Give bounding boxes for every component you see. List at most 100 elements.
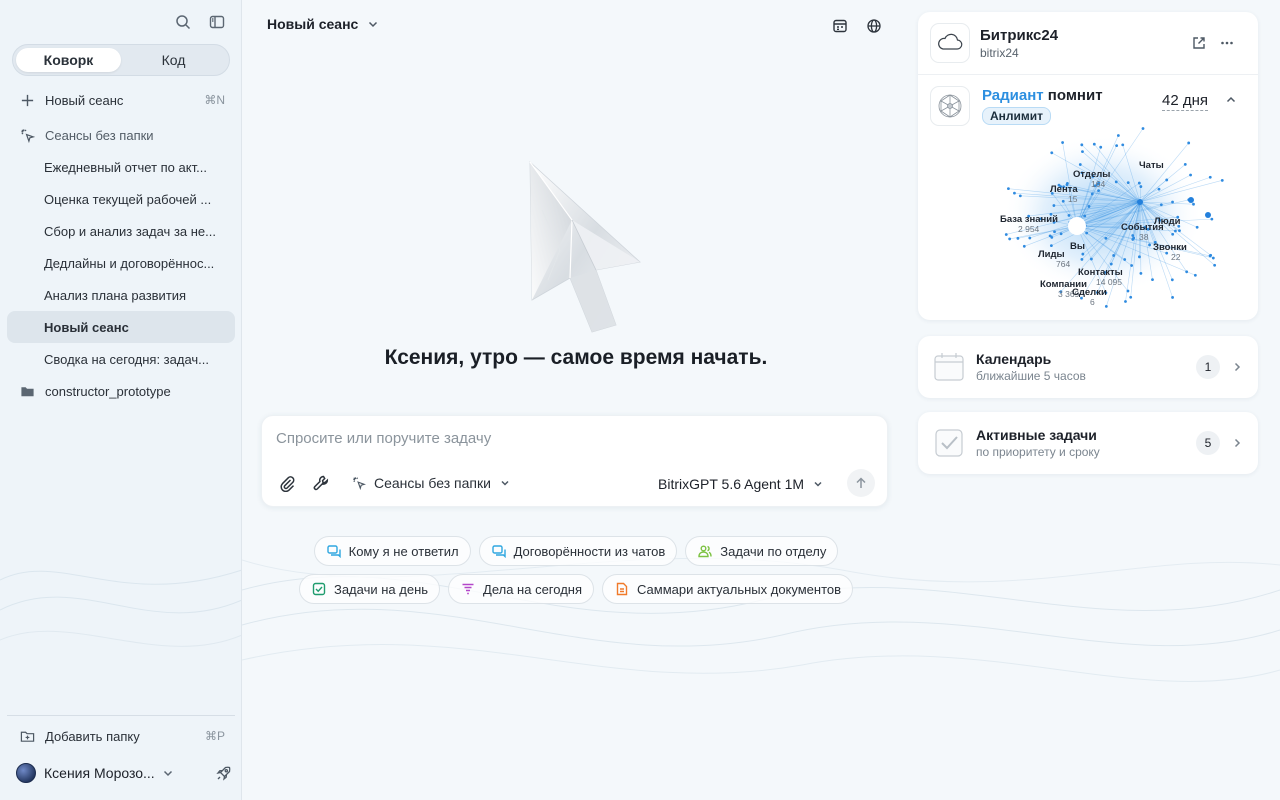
graph-dot xyxy=(1067,213,1071,217)
chevron-up-icon[interactable] xyxy=(1224,93,1238,107)
wrench-icon[interactable] xyxy=(312,474,330,492)
panel-layout-icon[interactable] xyxy=(830,16,850,36)
graph-dot xyxy=(1129,295,1133,299)
graph-node-count: 38 xyxy=(1139,232,1149,242)
bitrix24-logo-icon xyxy=(930,23,970,63)
graph-dot xyxy=(1126,289,1130,293)
chat-icon xyxy=(491,545,506,558)
graph-dot xyxy=(1209,253,1213,257)
memory-graph[interactable]: Вы ЧатыОтделы164Лента15База знаний2 954 С… xyxy=(998,120,1238,320)
graph-dot xyxy=(1138,255,1141,259)
graph-dot xyxy=(1159,203,1163,207)
chip-label: Задачи по отделу xyxy=(720,543,827,559)
graph-dot xyxy=(1087,205,1091,208)
graph-dot xyxy=(1085,231,1089,235)
graph-dot xyxy=(1213,263,1217,267)
memory-title: Радиант помнит xyxy=(982,87,1103,104)
graph-dot xyxy=(1174,229,1177,233)
graph-dot xyxy=(1170,278,1174,282)
chevron-down-icon[interactable] xyxy=(161,766,175,780)
graph-dot xyxy=(1139,185,1143,188)
new-session-button[interactable]: Новый сеанс ⌘N xyxy=(7,84,235,116)
prompt-input[interactable] xyxy=(276,430,866,447)
paperclip-icon[interactable] xyxy=(278,474,296,492)
rocket-icon[interactable] xyxy=(216,765,232,781)
chip-label: Задачи на день xyxy=(333,581,429,597)
app-window: Коворк Код Новый сеанс ⌘N Сеансы без пап… xyxy=(0,0,1280,800)
chip-day-tasks[interactable]: Задачи на день xyxy=(298,574,441,604)
more-options-icon[interactable] xyxy=(1220,36,1234,50)
graph-dot xyxy=(1189,173,1192,177)
graph-dot xyxy=(1016,236,1020,240)
tab-cowork[interactable]: Коворк xyxy=(16,48,121,72)
chevron-down-icon xyxy=(501,480,509,486)
graph-dot xyxy=(1123,258,1127,261)
send-button[interactable] xyxy=(847,469,875,497)
model-select-label: BitrixGPT 5.6 Agent 1M xyxy=(658,476,805,492)
document-icon xyxy=(616,582,628,596)
add-folder-button[interactable]: Добавить папку ⌘P xyxy=(7,720,235,752)
graph-dot xyxy=(1112,254,1116,257)
no-folder-label: Сеансы без папки xyxy=(45,127,154,143)
calendar-card[interactable]: Календарь ближайшие 5 часов 1 xyxy=(918,336,1258,398)
new-session-shortcut: ⌘N xyxy=(204,93,225,107)
graph-dot xyxy=(1080,143,1084,147)
chip-document-summary[interactable]: Саммари актуальных документов xyxy=(602,574,854,604)
graph-dot xyxy=(1080,257,1084,261)
globe-icon[interactable] xyxy=(864,16,884,36)
session-title: Новый сеанс xyxy=(267,16,359,32)
chip-unanswered[interactable]: Кому я не ответил xyxy=(313,536,471,566)
model-select[interactable]: BitrixGPT 5.6 Agent 1M xyxy=(658,476,824,492)
graph-hub-node xyxy=(1188,197,1194,203)
graph-dot xyxy=(1092,142,1096,146)
tasks-subtitle: по приоритету и сроку xyxy=(976,445,1100,459)
graph-dot xyxy=(1187,141,1191,145)
graph-dot xyxy=(1059,232,1063,236)
chip-department-tasks[interactable]: Задачи по отделу xyxy=(685,536,839,566)
graph-dot xyxy=(1171,232,1175,236)
user-menu[interactable]: Ксения Морозо... xyxy=(0,752,241,794)
sidebar-session-item[interactable]: Анализ плана развития xyxy=(7,279,235,311)
sidebar-session-item[interactable]: Дедлайны и договорённос... xyxy=(7,247,235,279)
sidebar-folder-item[interactable]: constructor_prototype xyxy=(7,375,235,407)
chip-agreements[interactable]: Договорённости из чатов xyxy=(478,536,678,566)
graph-node-count: 764 xyxy=(1056,259,1070,269)
graph-dot xyxy=(1178,229,1181,233)
card-divider xyxy=(918,74,1258,75)
graph-dot xyxy=(1114,180,1118,184)
filter-icon xyxy=(462,583,474,595)
memory-days[interactable]: 42 дня xyxy=(1161,92,1208,111)
graph-dot xyxy=(1183,162,1187,166)
graph-dot xyxy=(1130,264,1134,267)
sidebar-session-item[interactable]: Оценка текущей рабочей ... xyxy=(7,183,235,215)
active-tasks-card[interactable]: Активные задачи по приоритету и сроку 5 xyxy=(918,412,1258,474)
sidebar-toggle-icon[interactable] xyxy=(207,12,227,32)
sidebar-item-no-folder[interactable]: Сеансы без папки xyxy=(7,119,235,151)
composer: Сеансы без папки BitrixGPT 5.6 Agent 1M xyxy=(261,415,888,507)
session-title-dropdown[interactable]: Новый сеанс xyxy=(267,16,380,32)
graph-node-label: Звонки xyxy=(1153,242,1187,253)
sidebar-session-item-selected[interactable]: Новый сеанс xyxy=(7,311,235,343)
sidebar-session-item[interactable]: Сбор и анализ задач за не... xyxy=(7,215,235,247)
graph-node-count: 164 xyxy=(1091,179,1105,189)
graph-dot xyxy=(1061,141,1064,144)
memory-brand: Радиант xyxy=(982,87,1044,104)
graph-dot xyxy=(1157,187,1161,191)
folder-select[interactable]: Сеансы без папки xyxy=(352,475,511,491)
graph-dot xyxy=(1050,235,1054,239)
graph-node-count: 2 954 xyxy=(1018,224,1040,234)
sidebar: Коворк Код Новый сеанс ⌘N Сеансы без пап… xyxy=(0,0,242,800)
add-folder-label: Добавить папку xyxy=(45,728,140,744)
sidebar-session-item[interactable]: Ежедневный отчет по акт... xyxy=(7,151,235,183)
graph-dot xyxy=(1099,145,1103,149)
session-label: Дедлайны и договорённос... xyxy=(44,255,215,271)
chip-today-affairs[interactable]: Дела на сегодня xyxy=(448,574,595,604)
add-folder-shortcut: ⌘P xyxy=(204,729,225,743)
session-label: Ежедневный отчет по акт... xyxy=(44,159,207,175)
external-link-icon[interactable] xyxy=(1192,36,1206,50)
sidebar-session-item[interactable]: Сводка на сегодня: задач... xyxy=(7,343,235,375)
graph-dot xyxy=(1131,234,1135,237)
tab-code[interactable]: Код xyxy=(121,48,226,72)
graph-dot xyxy=(1132,236,1136,240)
search-icon[interactable] xyxy=(173,12,193,32)
